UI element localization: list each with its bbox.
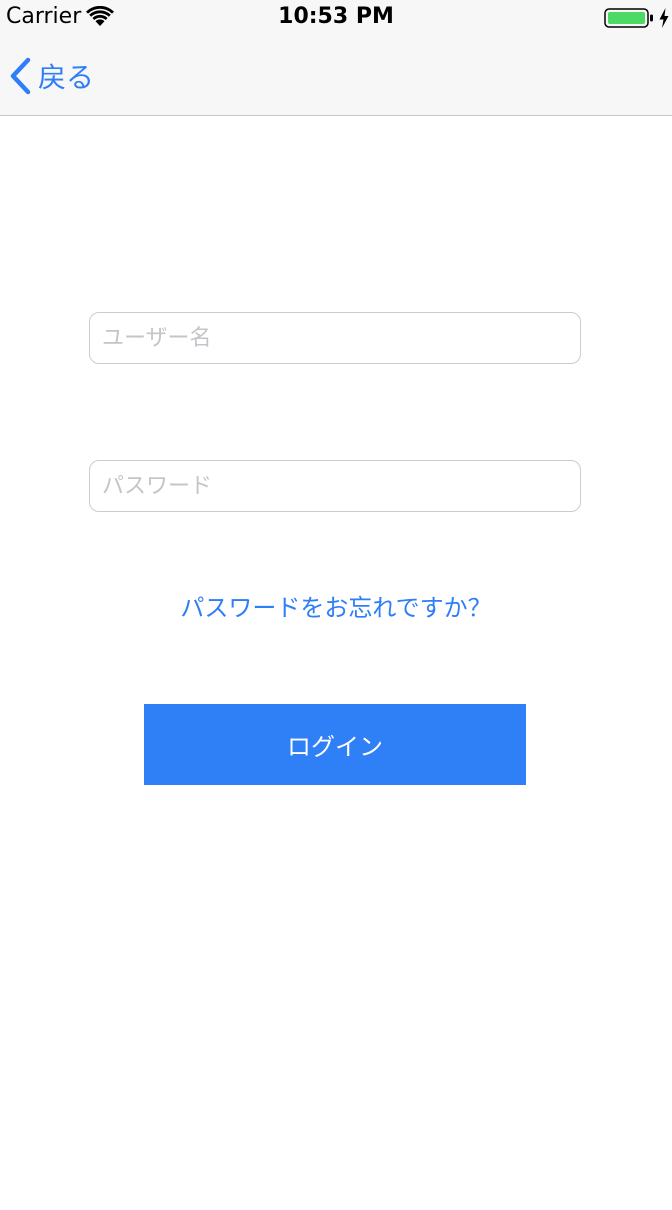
forgot-password-link[interactable]: パスワードをお忘れですか？ <box>0 588 672 623</box>
status-bar: Carrier 10:53 PM <box>0 0 672 36</box>
status-time: 10:53 PM <box>278 4 394 29</box>
chevron-left-icon <box>10 57 31 95</box>
back-button-label: 戻る <box>38 61 95 94</box>
battery-icon <box>604 8 653 28</box>
login-button[interactable]: ログイン <box>144 704 526 785</box>
username-input[interactable] <box>89 312 581 364</box>
password-input[interactable] <box>89 460 581 512</box>
navigation-bar: 戻る <box>0 36 672 116</box>
back-button[interactable]: 戻る <box>8 56 94 96</box>
charging-icon <box>659 8 669 28</box>
